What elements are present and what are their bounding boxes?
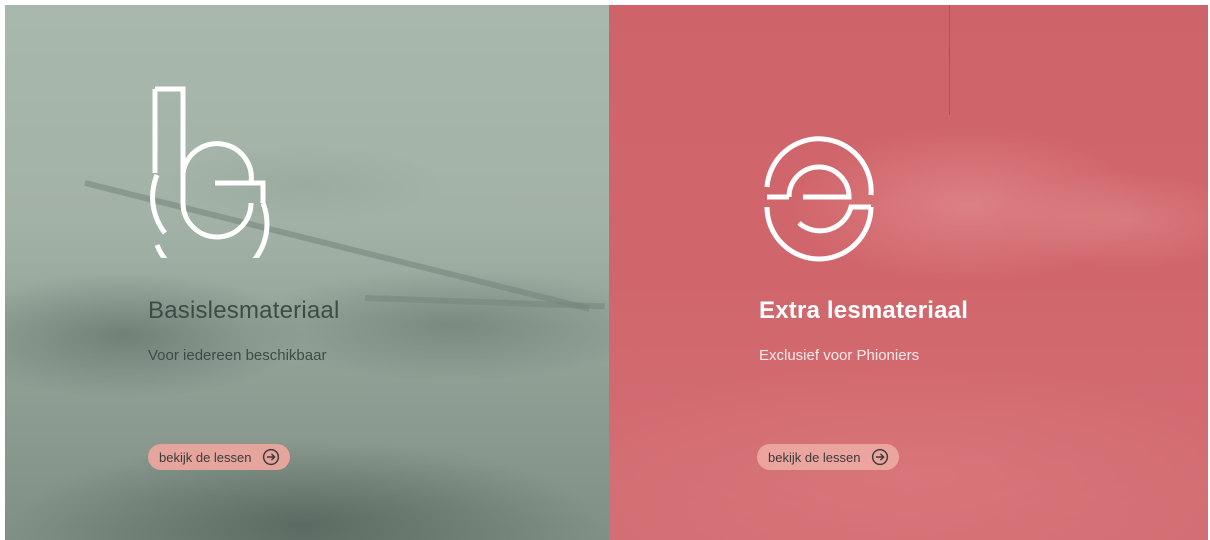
arrow-right-circle-icon xyxy=(262,448,279,466)
b-letter-logo-icon xyxy=(150,86,270,258)
basis-view-lessons-button[interactable]: bekijk de lessen xyxy=(148,444,290,470)
basis-subtitle: Voor iedereen beschikbaar xyxy=(148,347,327,364)
lesmateriaal-choice: Basislesmateriaal Voor iedereen beschikb… xyxy=(5,5,1208,540)
extra-panel[interactable]: Extra lesmateriaal Exclusief voor Phioni… xyxy=(609,5,1208,540)
basis-panel[interactable]: Basislesmateriaal Voor iedereen beschikb… xyxy=(5,5,609,540)
button-label: bekijk de lessen xyxy=(159,449,252,465)
whale-background-image xyxy=(609,5,1208,540)
e-letter-logo-icon xyxy=(764,136,874,262)
arrow-right-circle-icon xyxy=(871,448,888,466)
orchestra-background-image xyxy=(5,5,609,540)
extra-view-lessons-button[interactable]: bekijk de lessen xyxy=(757,444,899,470)
basis-title: Basislesmateriaal xyxy=(148,297,340,324)
extra-title: Extra lesmateriaal xyxy=(759,297,969,324)
extra-subtitle: Exclusief voor Phioniers xyxy=(759,347,920,364)
button-label: bekijk de lessen xyxy=(768,449,861,465)
